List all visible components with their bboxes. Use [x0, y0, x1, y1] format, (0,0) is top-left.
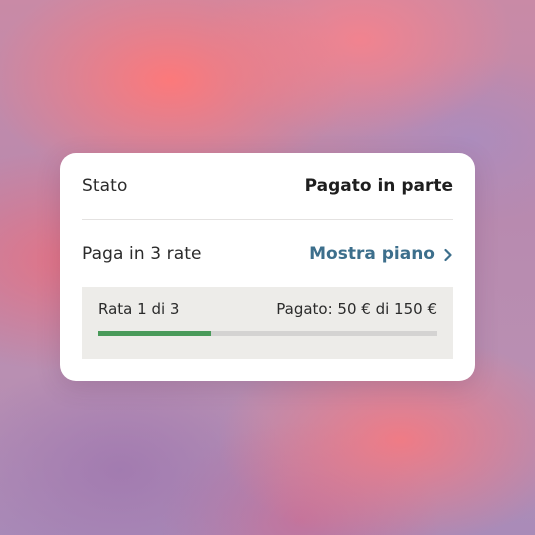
- status-row: Stato Pagato in parte: [82, 175, 453, 197]
- show-plan-link[interactable]: Mostra piano: [309, 244, 453, 264]
- status-label: Stato: [82, 176, 128, 196]
- chevron-right-icon: [443, 247, 453, 262]
- installments-label: Paga in 3 rate: [82, 244, 202, 264]
- payment-status-card: Stato Pagato in parte Paga in 3 rate Mos…: [60, 153, 475, 381]
- show-plan-label: Mostra piano: [309, 244, 435, 264]
- status-value: Pagato in parte: [304, 176, 453, 196]
- installment-count-text: Rata 1 di 3: [98, 300, 180, 318]
- paid-amount-text: Pagato: 50 € di 150 €: [276, 300, 437, 318]
- progress-text-row: Rata 1 di 3 Pagato: 50 € di 150 €: [98, 300, 437, 318]
- progress-track: [98, 331, 437, 336]
- installments-row: Paga in 3 rate Mostra piano: [82, 242, 453, 266]
- installment-progress-panel: Rata 1 di 3 Pagato: 50 € di 150 €: [82, 287, 453, 359]
- divider: [82, 219, 453, 220]
- progress-fill: [98, 331, 211, 336]
